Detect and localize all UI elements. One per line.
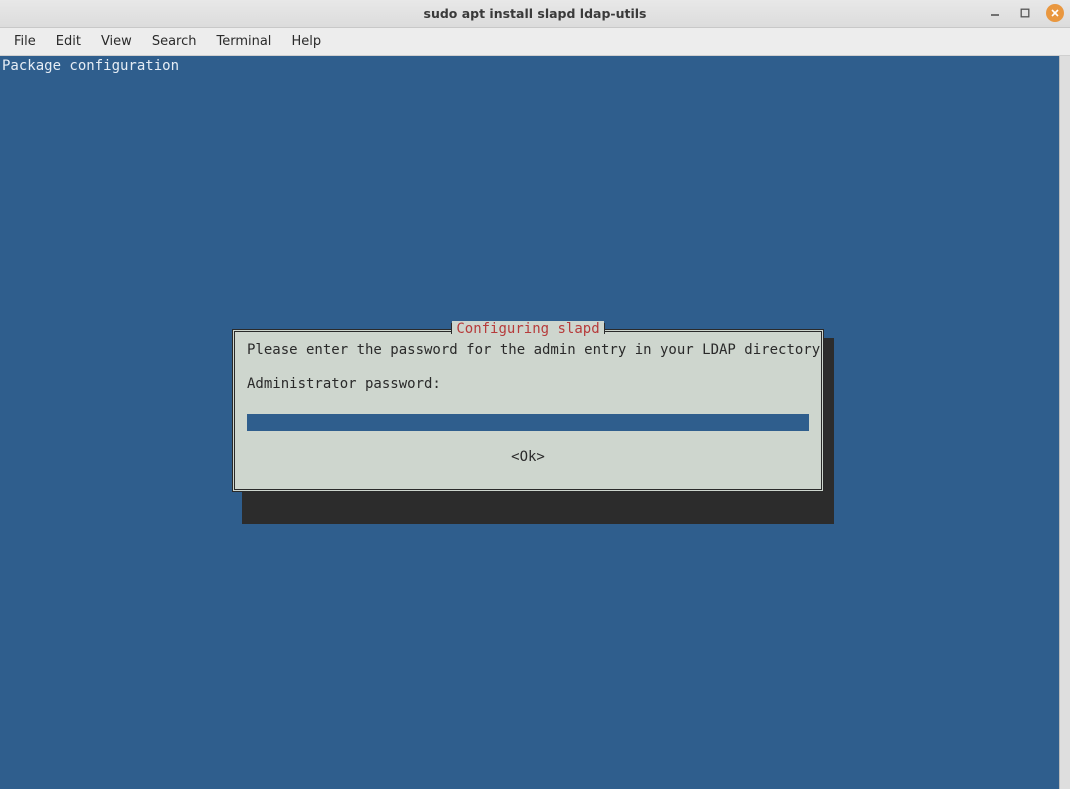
config-dialog-inner: Configuring slapd Please enter the passw…: [234, 331, 822, 490]
dialog-message: Please enter the password for the admin …: [247, 342, 809, 358]
menu-search[interactable]: Search: [142, 30, 207, 53]
menu-help[interactable]: Help: [281, 30, 331, 53]
menu-bar: File Edit View Search Terminal Help: [0, 28, 1070, 56]
dialog-password-label: Administrator password:: [247, 376, 809, 392]
config-dialog: Configuring slapd Please enter the passw…: [232, 329, 824, 492]
window-controls: [986, 4, 1064, 22]
admin-password-input[interactable]: [247, 414, 809, 431]
terminal-viewport[interactable]: Package configuration Configuring slapd …: [0, 56, 1059, 789]
maximize-button[interactable]: [1016, 4, 1034, 22]
ok-button[interactable]: <Ok>: [247, 449, 809, 465]
minimize-button[interactable]: [986, 4, 1004, 22]
terminal-area: Package configuration Configuring slapd …: [0, 56, 1070, 789]
window-title: sudo apt install slapd ldap-utils: [424, 6, 647, 21]
dialog-title: Configuring slapd: [452, 321, 603, 337]
vertical-scrollbar[interactable]: [1059, 56, 1070, 789]
terminal-header-text: Package configuration: [2, 58, 179, 74]
menu-view[interactable]: View: [91, 30, 142, 53]
menu-edit[interactable]: Edit: [46, 30, 91, 53]
dialog-title-row: Configuring slapd: [235, 321, 821, 337]
menu-file[interactable]: File: [4, 30, 46, 53]
close-button[interactable]: [1046, 4, 1064, 22]
window-title-bar: sudo apt install slapd ldap-utils: [0, 0, 1070, 28]
menu-terminal[interactable]: Terminal: [206, 30, 281, 53]
